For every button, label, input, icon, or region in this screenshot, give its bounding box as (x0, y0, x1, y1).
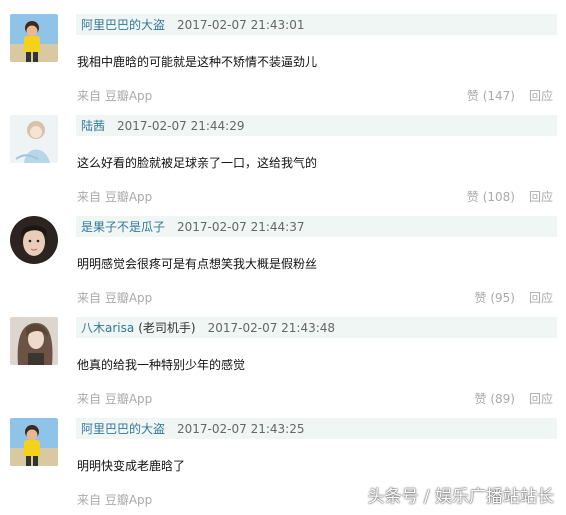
like-button[interactable]: 赞 (95) (475, 289, 515, 306)
comment-text: 明明感觉会很疼可是有点想笑我大概是假粉丝 (77, 257, 318, 271)
like-button[interactable]: 赞 (89) (475, 390, 515, 407)
reply-button[interactable]: 回应 (529, 289, 553, 306)
woman-hair-avatar[interactable] (10, 317, 58, 365)
comment-text: 明明快变成老鹿晗了 (77, 459, 186, 473)
source-label: 来自 豆瓣App (77, 189, 153, 204)
reply-button[interactable]: 回应 (529, 87, 553, 104)
comment-item: 八木arisa (老司机手) 2017-02-07 21:43:48 他真的给我… (0, 317, 566, 418)
comment-actions: 来自 豆瓣App 赞 (95) 回应 (77, 288, 553, 306)
comment-item: 是果子不是瓜子 2017-02-07 21:44:37 明明感觉会很疼可是有点想… (0, 216, 566, 317)
comment-timestamp: 2017-02-07 21:44:37 (177, 219, 305, 234)
username-link[interactable]: 阿里巴巴的大盗 (81, 420, 165, 437)
comment-timestamp: 2017-02-07 21:43:48 (207, 320, 336, 335)
username-link[interactable]: 阿里巴巴的大盗 (81, 16, 165, 33)
reply-button[interactable]: 回应 (529, 188, 553, 205)
source-label: 来自 豆瓣App (77, 88, 153, 103)
comment-actions: 来自 豆瓣App 赞 (108) 回应 (77, 187, 553, 205)
username-link[interactable]: 是果子不是瓜子 (81, 218, 165, 235)
comment-timestamp: 2017-02-07 21:44:29 (117, 118, 245, 133)
username-link[interactable]: 八木arisa (81, 319, 134, 336)
username-link[interactable]: 陆茜 (81, 117, 105, 134)
comment-text: 这么好看的脸就被足球亲了一口，这给我气的 (77, 156, 318, 170)
source-label: 来自 豆瓣App (77, 391, 153, 406)
comment-timestamp: 2017-02-07 21:43:01 (177, 17, 305, 32)
comment-actions: 来自 豆瓣App 赞 (147) 回应 (77, 86, 553, 104)
comment-meta-bar: 阿里巴巴的大盗 2017-02-07 21:43:01 (76, 14, 557, 35)
comment-item: 陆茜 2017-02-07 21:44:29 这么好看的脸就被足球亲了一口，这给… (0, 115, 566, 216)
watermark-text: 头条号 / 娱乐广播站站长 (367, 487, 554, 507)
girl-portrait-avatar[interactable] (10, 216, 58, 264)
comment-text: 他真的给我一种特别少年的感觉 (77, 358, 246, 372)
comment-meta-bar: 是果子不是瓜子 2017-02-07 21:44:37 (76, 216, 557, 237)
like-button[interactable]: 赞 (147) (467, 87, 515, 104)
comment-actions: 来自 豆瓣App 赞 (89) 回应 (77, 389, 553, 407)
anime-girl-avatar[interactable] (10, 115, 58, 163)
comment-text: 我相中鹿晗的可能就是这种不矫情不装逼劲儿 (77, 55, 318, 69)
comment-timestamp: 2017-02-07 21:43:25 (177, 421, 305, 436)
reply-button[interactable]: 回应 (529, 390, 553, 407)
boy-beach-avatar[interactable] (10, 14, 58, 62)
user-note: (老司机手) (138, 321, 196, 335)
comment-item: 阿里巴巴的大盗 2017-02-07 21:43:01 我相中鹿晗的可能就是这种… (0, 14, 566, 115)
comment-meta-bar: 八木arisa (老司机手) 2017-02-07 21:43:48 (76, 317, 557, 338)
like-button[interactable]: 赞 (108) (467, 188, 515, 205)
boy-beach-avatar[interactable] (10, 418, 58, 466)
comment-meta-bar: 阿里巴巴的大盗 2017-02-07 21:43:25 (76, 418, 557, 439)
source-label: 来自 豆瓣App (77, 290, 153, 305)
comment-meta-bar: 陆茜 2017-02-07 21:44:29 (76, 115, 557, 136)
